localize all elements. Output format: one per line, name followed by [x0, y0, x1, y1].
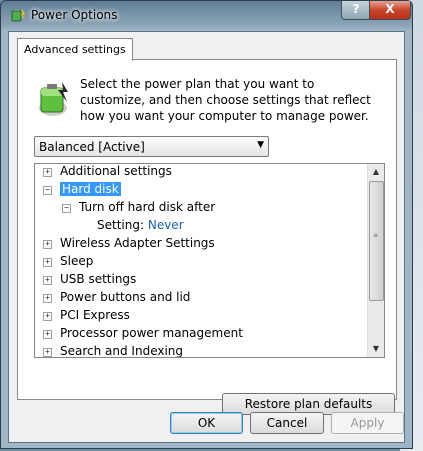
expand-icon[interactable]: + [43, 168, 52, 177]
power-plan-select[interactable]: Balanced [Active] ▼ [34, 136, 269, 157]
tree-item-label: Search and Indexing [60, 344, 184, 358]
setting-label: Setting: [97, 218, 145, 232]
chevron-down-icon: ▼ [257, 140, 264, 150]
power-options-icon [11, 9, 25, 22]
power-plan-select-value: Balanced [Active] [39, 140, 145, 154]
setting-value-link[interactable]: Never [148, 218, 184, 232]
tree-item-label: Sleep [60, 254, 94, 268]
tree-item-label: Additional settings [60, 164, 172, 178]
tree-item-label: PCI Express [60, 308, 130, 322]
tab-advanced-settings[interactable]: Advanced settings [17, 38, 133, 61]
tree-item-usb-settings[interactable]: + USB settings [43, 270, 136, 288]
tree-item-power-buttons[interactable]: + Power buttons and lid [43, 288, 190, 306]
tree-item-sleep[interactable]: + Sleep [43, 252, 93, 270]
window-title: Power Options [31, 8, 118, 22]
tree-item-pci-express[interactable]: + PCI Express [43, 306, 130, 324]
dialog-client-area: Advanced settings Select the power plan … [8, 31, 405, 443]
tree-item-wireless-adapter[interactable]: + Wireless Adapter Settings [43, 234, 215, 252]
tree-item-search-indexing[interactable]: + Search and Indexing [43, 342, 184, 358]
tree-item-turn-off-hard-disk[interactable]: − Turn off hard disk after [62, 198, 215, 216]
advanced-settings-panel: Select the power plan that you want to c… [17, 59, 397, 415]
tree-item-additional-settings[interactable]: + Additional settings [43, 164, 172, 180]
tree-scrollbar[interactable]: ▲ ≡ ▼ [367, 164, 384, 357]
cancel-button[interactable]: Cancel [250, 412, 324, 434]
ok-button[interactable]: OK [170, 412, 243, 434]
intro-text: Select the power plan that you want to c… [80, 77, 371, 123]
battery-power-icon [39, 82, 68, 116]
tree-item-label: Power buttons and lid [60, 290, 191, 304]
apply-button[interactable]: Apply [331, 412, 404, 434]
tree-item-label: USB settings [60, 272, 137, 286]
expand-icon[interactable]: + [43, 240, 52, 249]
scrollbar-thumb[interactable]: ≡ [369, 181, 384, 301]
collapse-icon[interactable]: − [43, 186, 52, 195]
expand-icon[interactable]: + [43, 294, 52, 303]
scroll-down-icon[interactable]: ▼ [368, 341, 384, 357]
collapse-icon[interactable]: − [62, 204, 71, 213]
expand-icon[interactable]: + [43, 258, 52, 267]
expand-icon[interactable]: + [43, 348, 52, 357]
expand-icon[interactable]: + [43, 330, 52, 339]
tree-item-label: Processor power management [60, 326, 243, 340]
tree-item-label: Hard disk [60, 182, 121, 196]
help-button[interactable]: ? [341, 1, 371, 20]
tree-item-processor-power[interactable]: + Processor power management [43, 324, 243, 342]
close-icon: X [385, 2, 395, 16]
power-options-dialog: Power Options ? X Advanced settings Sele… [0, 0, 413, 449]
tree-item-label: Wireless Adapter Settings [60, 236, 215, 250]
expand-icon[interactable]: + [43, 276, 52, 285]
settings-tree[interactable]: + Additional settings − Hard disk − Turn of… [34, 163, 385, 358]
tree-item-label: Turn off hard disk after [79, 200, 216, 214]
expand-icon[interactable]: + [43, 312, 52, 321]
scroll-up-icon[interactable]: ▲ [368, 164, 384, 180]
grip-icon: ≡ [373, 232, 379, 239]
help-icon: ? [352, 2, 360, 16]
title-bar[interactable]: Power Options ? X [1, 1, 412, 31]
tree-item-hard-disk[interactable]: − Hard disk [43, 180, 121, 198]
close-button[interactable]: X [369, 1, 411, 20]
tree-item-setting[interactable]: Setting: Never [97, 216, 184, 234]
